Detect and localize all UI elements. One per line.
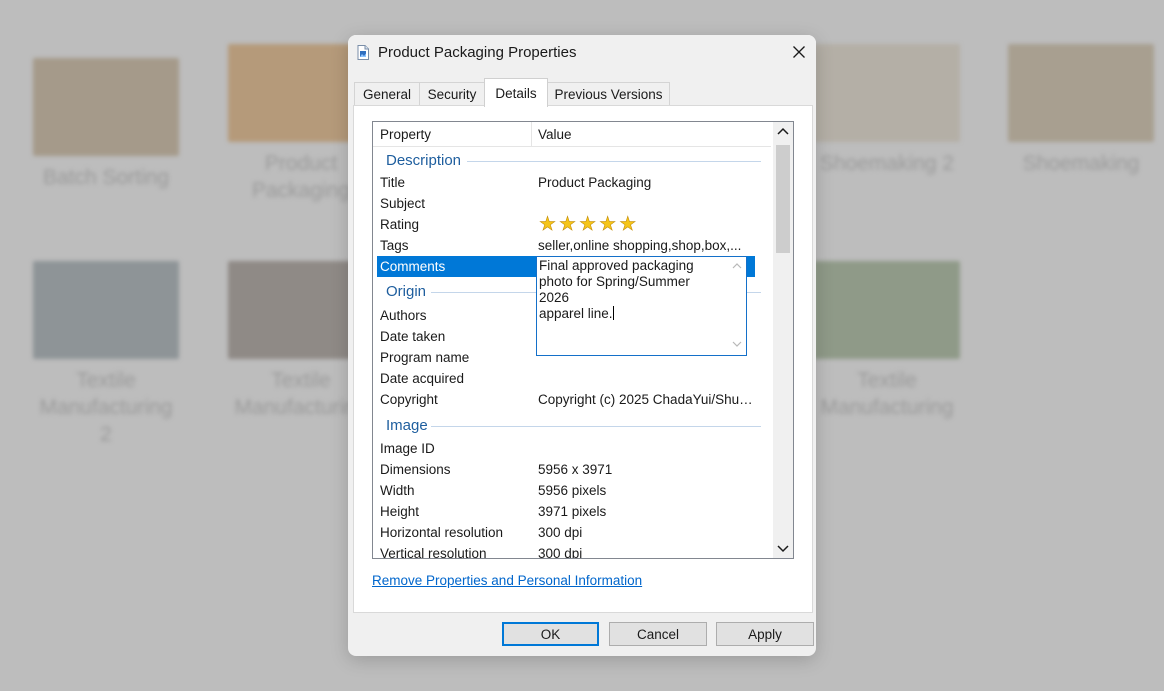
group-label: Description [386,152,462,169]
star-icon[interactable]: ★ [579,215,597,235]
property-value[interactable]: Product Packaging [538,175,753,190]
property-name: Image ID [380,441,435,456]
property-name: Tags [380,238,409,253]
property-row-dimensions[interactable]: Dimensions 5956 x 3971 [377,459,755,480]
property-name: Width [380,483,415,498]
property-row-tags[interactable]: Tags seller,online shopping,shop,box,... [377,235,755,256]
group-divider [431,426,761,427]
star-icon[interactable]: ★ [599,215,617,235]
tab-general[interactable]: General [354,82,420,105]
property-row-height[interactable]: Height 3971 pixels [377,501,755,522]
property-name: Rating [380,217,420,232]
dialog-title: Product Packaging Properties [378,44,577,61]
property-row-date-acquired[interactable]: Date acquired [377,368,755,389]
property-name: Date taken [380,329,446,344]
rating-stars[interactable]: ★ ★ ★ ★ ★ [539,215,637,235]
bg-file-item: Shoemaking 2 [812,44,962,177]
property-value[interactable]: Copyright (c) 2025 ChadaYui/Shut... [538,392,753,407]
comments-scrollbar[interactable] [728,257,746,355]
chevron-down-icon [732,341,742,347]
property-row-subject[interactable]: Subject [377,193,755,214]
property-value[interactable]: 5956 x 3971 [538,462,753,477]
bg-thumbnail [33,261,179,359]
column-header-value[interactable]: Value [538,127,572,142]
property-name: Height [380,504,420,519]
group-description: Description [373,150,771,172]
column-header-property[interactable]: Property [380,127,431,142]
star-icon[interactable]: ★ [559,215,577,235]
bg-file-label: Shoemaking [1022,152,1140,175]
chevron-up-icon [732,263,742,269]
bg-file-item: Textile Manufacturing 2 [31,261,181,448]
property-value[interactable]: 300 dpi [538,525,753,540]
property-name: Horizontal resolution [380,525,504,540]
bg-thumbnail [1008,44,1154,142]
property-row-copyright[interactable]: Copyright Copyright (c) 2025 ChadaYui/Sh… [377,389,755,410]
chevron-down-icon[interactable] [773,538,793,558]
group-divider [467,161,761,162]
column-separator[interactable] [531,122,532,146]
bg-file-label: Textile Manufacturing 2 [39,369,173,446]
property-value[interactable]: 5956 pixels [538,483,753,498]
star-icon[interactable]: ★ [539,215,557,235]
remove-properties-link[interactable]: Remove Properties and Personal Informati… [372,573,642,588]
property-value[interactable]: 300 dpi [538,546,753,558]
property-row-vertical-resolution[interactable]: Vertical resolution 300 dpi [377,543,755,559]
property-name: Vertical resolution [380,546,487,559]
property-value[interactable]: seller,online shopping,shop,box,... [538,238,753,253]
bg-file-item: Textile Manufacturing [812,261,962,421]
property-name: Program name [380,350,470,365]
property-row-rating[interactable]: Rating ★ ★ ★ ★ ★ [377,214,755,235]
bg-file-item: Shoemaking [1006,44,1156,177]
comments-scroll-arrows [732,263,742,347]
group-label: Origin [386,283,427,300]
bg-file-label: Batch Sorting [42,166,170,189]
image-file-icon [357,45,369,60]
star-icon[interactable]: ★ [619,215,637,235]
comments-editor[interactable]: Final approved packaging photo for Sprin… [536,256,747,356]
property-name: Date acquired [380,371,465,386]
close-button[interactable] [782,35,816,69]
cancel-button[interactable]: Cancel [609,622,707,646]
bg-file-label: Shoemaking 2 [819,152,955,175]
tab-previous-versions[interactable]: Previous Versions [547,82,670,105]
tab-details[interactable]: Details [484,78,548,107]
property-name: Title [380,175,406,190]
scrollbar-thumb[interactable] [776,145,790,253]
properties-dialog: Product Packaging Properties General Sec… [348,35,816,656]
bg-file-item: Batch Sorting [31,58,181,191]
close-icon [793,46,805,58]
property-row-title[interactable]: Title Product Packaging [377,172,755,193]
chevron-up-icon[interactable] [773,122,793,142]
text-caret [612,306,614,320]
comments-value[interactable]: Final approved packaging photo for Sprin… [539,258,694,321]
properties-list[interactable]: Property Value Description Title Product… [372,121,794,559]
tab-security[interactable]: Security [419,82,485,105]
bg-file-label: Textile Manufacturing [820,369,954,419]
property-name: Comments [380,259,446,274]
list-header: Property Value [373,122,771,147]
group-label: Image [386,417,428,434]
bg-thumbnail [33,58,179,156]
property-value[interactable]: 3971 pixels [538,504,753,519]
property-row-width[interactable]: Width 5956 pixels [377,480,755,501]
property-name: Dimensions [380,462,451,477]
group-image: Image [373,415,771,437]
ok-button[interactable]: OK [502,622,599,646]
property-name: Copyright [380,392,438,407]
property-row-horizontal-resolution[interactable]: Horizontal resolution 300 dpi [377,522,755,543]
comments-text[interactable]: Final approved packaging photo for Sprin… [539,258,719,322]
list-scrollbar[interactable] [773,122,793,558]
property-name: Subject [380,196,426,211]
title-bar: Product Packaging Properties [348,35,816,71]
apply-button[interactable]: Apply [716,622,814,646]
bg-thumbnail [814,261,960,359]
property-row-image-id[interactable]: Image ID [377,438,755,459]
bg-thumbnail [814,44,960,142]
property-name: Authors [380,308,427,323]
